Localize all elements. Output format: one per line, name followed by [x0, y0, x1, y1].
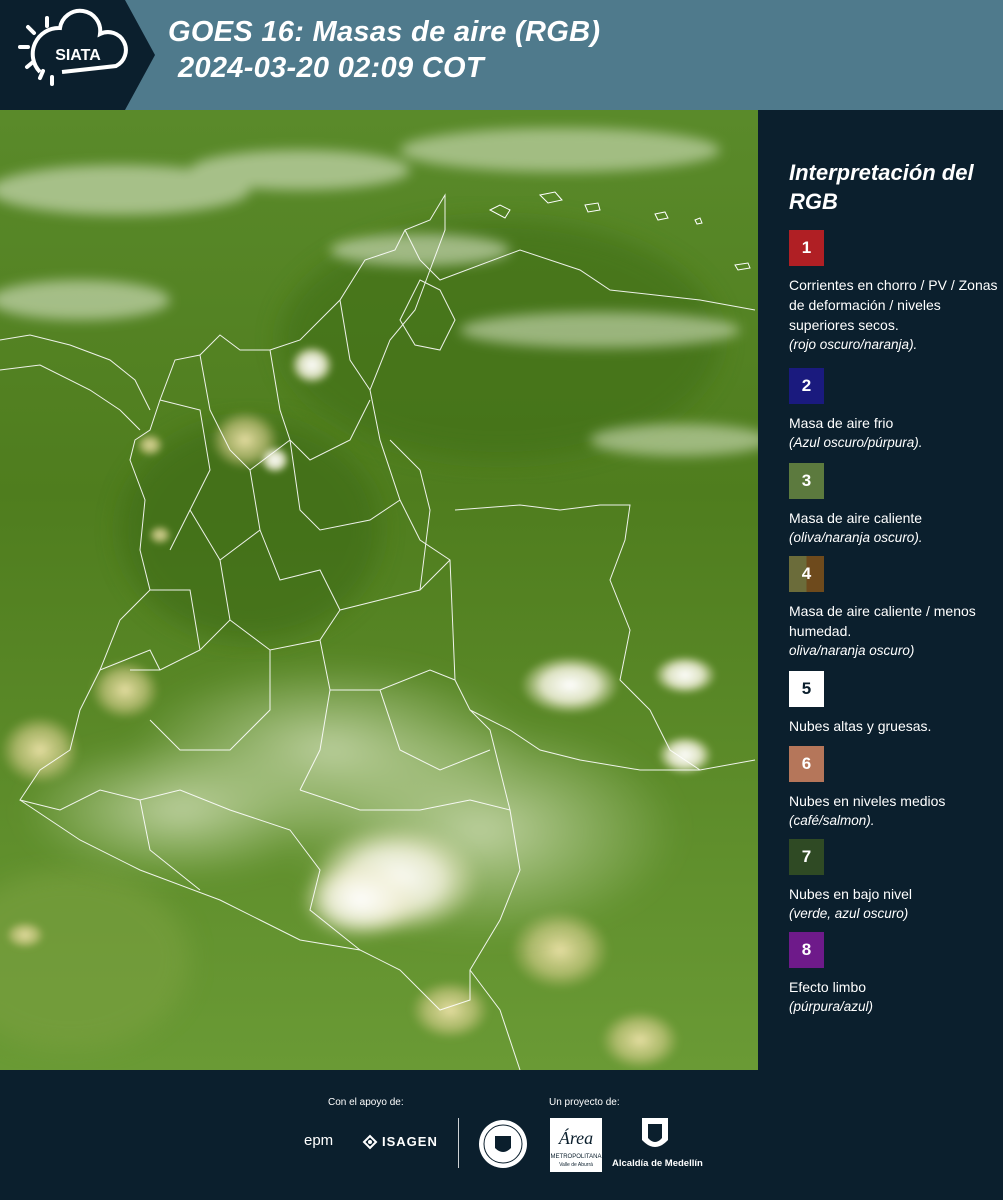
- legend-item-note: (Azul oscuro/púrpura).: [789, 435, 923, 450]
- legend-item-note: (café/salmon).: [789, 813, 875, 828]
- legend-swatch: 2: [789, 368, 824, 404]
- page: SIATA GOES 16: Masas de aire (RGB) 2024-…: [0, 0, 1003, 1200]
- legend-item-text: Nubes en bajo nivel: [789, 886, 912, 902]
- legend-item-note: oliva/naranja oscuro): [789, 643, 915, 658]
- legend-item-2: 2 Masa de aire frio (Azul oscuro/púrpura…: [789, 368, 999, 452]
- legend-swatch: 4: [789, 556, 824, 592]
- legend-item-note: (púrpura/azul): [789, 999, 874, 1014]
- legend-item-text: Nubes altas y gruesas.: [789, 718, 932, 734]
- legend-item-5: 5 Nubes altas y gruesas.: [789, 671, 999, 736]
- isagen-logo: ISAGEN: [382, 1134, 438, 1149]
- legend-panel: Interpretación del RGB 1 Corrientes en c…: [760, 110, 1003, 1070]
- legend-swatch: 6: [789, 746, 824, 782]
- legend-item-1: 1 Corrientes en chorro / PV / Zonas de d…: [789, 230, 999, 354]
- legend-item-text: Efecto limbo: [789, 979, 867, 995]
- legend-item-6: 6 Nubes en niveles medios (café/salmon).: [789, 746, 999, 830]
- project-label: Un proyecto de:: [549, 1097, 620, 1108]
- legend-swatch: 1: [789, 230, 824, 266]
- medellin-seal-icon: [479, 1120, 527, 1168]
- legend-swatch: 8: [789, 932, 824, 968]
- alcaldia-label: Alcaldía de Medellín: [612, 1158, 703, 1169]
- legend-item-note: (rojo oscuro/naranja).: [789, 337, 918, 352]
- legend-swatch: 7: [789, 839, 824, 875]
- siata-logo: SIATA: [0, 0, 155, 110]
- isagen-icon: [362, 1134, 378, 1150]
- legend-title: Interpretación del RGB: [789, 160, 974, 214]
- amva-sub1: METROPOLITANA: [551, 1154, 602, 1160]
- page-title: GOES 16: Masas de aire (RGB) 2024-03-20 …: [168, 14, 600, 86]
- legend-swatch: 5: [789, 671, 824, 707]
- siata-logo-text: SIATA: [55, 47, 101, 64]
- legend-item-text: Masa de aire caliente / menos humedad.: [789, 603, 976, 639]
- legend-swatch: 3: [789, 463, 824, 499]
- legend-item-text: Masa de aire caliente: [789, 510, 923, 526]
- epm-logo: epm: [304, 1132, 334, 1149]
- legend-item-text: Nubes en niveles medios: [789, 793, 946, 809]
- support-label: Con el apoyo de:: [328, 1097, 404, 1108]
- legend-item-3: 3 Masa de aire caliente (oliva/naranja o…: [789, 463, 999, 547]
- alcaldia-shield-icon: [642, 1118, 668, 1147]
- title-line-1: GOES 16: Masas de aire (RGB): [168, 16, 601, 48]
- satellite-image: [0, 110, 760, 1070]
- legend-item-text: Masa de aire frio: [789, 415, 894, 431]
- amva-name: Área: [558, 1127, 593, 1148]
- legend-item-8: 8 Efecto limbo (púrpura/azul): [789, 932, 999, 1016]
- area-metropolitana-logo: Área METROPOLITANA Valle de Aburrá: [550, 1118, 602, 1172]
- title-line-2: 2024-03-20 02:09 COT: [178, 52, 484, 84]
- header: SIATA GOES 16: Masas de aire (RGB) 2024-…: [0, 0, 1003, 110]
- legend-item-text: Corrientes en chorro / PV / Zonas de def…: [789, 277, 998, 333]
- legend-item-7: 7 Nubes en bajo nivel (verde, azul oscur…: [789, 839, 999, 923]
- legend-item-note: (verde, azul oscuro): [789, 906, 909, 921]
- footer: Con el apoyo de: Un proyecto de: epm ISA…: [0, 1070, 1003, 1200]
- legend-item-4: 4 Masa de aire caliente / menos humedad.…: [789, 556, 999, 660]
- amva-sub2: Valle de Aburrá: [559, 1162, 593, 1168]
- legend-item-note: (oliva/naranja oscuro).: [789, 530, 923, 545]
- footer-divider: [458, 1118, 459, 1168]
